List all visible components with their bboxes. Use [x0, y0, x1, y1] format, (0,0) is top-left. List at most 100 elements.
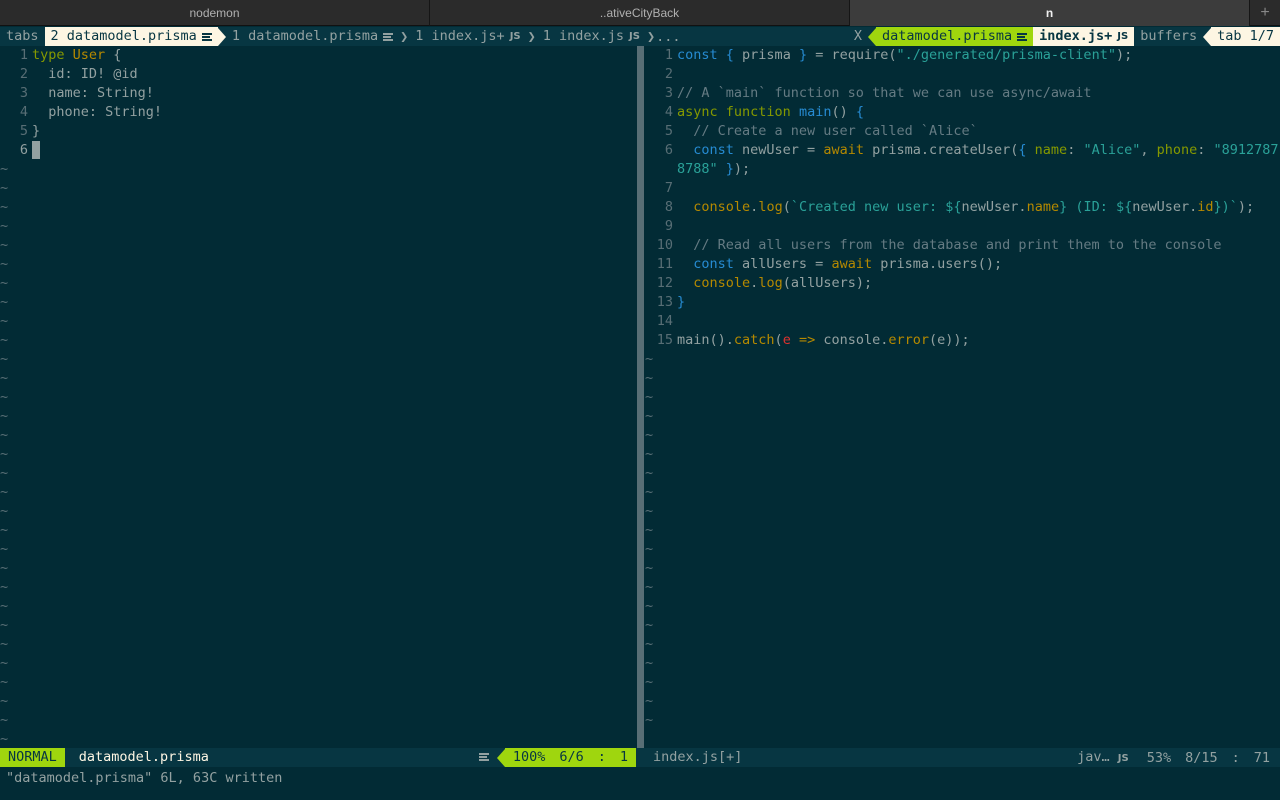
code-text: id: ID! @id	[32, 66, 138, 82]
code-text: main().catch(e => console.error(e));	[677, 332, 970, 348]
vim-tabline: tabs 2 datamodel.prisma 1 datamodel.pris…	[0, 27, 1280, 46]
tilde-line: ~	[645, 712, 654, 728]
tilde-line: ~	[0, 332, 9, 348]
editor-pane-left[interactable]: 1 type User { 2 id: ID! @id 3 name: Strin…	[0, 46, 636, 748]
code-text: const newUser = await prisma.createUser(…	[693, 142, 1279, 158]
buffer-item-index[interactable]: index.js+ JS	[1033, 27, 1135, 46]
code-line-current: 6	[0, 141, 636, 160]
terminal-tab-nodemon[interactable]: nodemon	[0, 0, 430, 26]
code-line: 7	[664, 180, 673, 196]
hamburger-icon	[1017, 32, 1028, 41]
tilde-line: ~	[0, 275, 9, 291]
code-text: name: String!	[32, 85, 154, 101]
tilde-line: ~	[0, 180, 9, 196]
tilde-line: ~	[0, 636, 9, 652]
code-line: 11 const allUsers = await prisma.users()…	[656, 256, 1003, 272]
code-text: }	[32, 123, 41, 139]
code-line: 12 console.log(allUsers);	[656, 275, 873, 291]
js-icon: JS	[629, 31, 640, 42]
tabline-separator	[217, 27, 226, 46]
code-line: 10 // Read all users from the database a…	[656, 237, 1222, 253]
tilde-line: ~	[645, 389, 654, 405]
tilde-line: ~	[0, 541, 9, 557]
filetype-indicator: jav… JS	[1077, 749, 1129, 765]
code-text: const allUsers = await prisma.users();	[693, 256, 1003, 272]
tabline-separator	[868, 27, 877, 46]
tabline-item-active[interactable]: 2 datamodel.prisma	[44, 27, 218, 46]
line-position: 8/15	[1185, 749, 1218, 766]
tilde-line: ~	[0, 693, 9, 709]
statusline-filename: datamodel.prisma	[78, 749, 209, 765]
tilde-line: ~	[645, 674, 654, 690]
code-comment: // A `main` function so that we can use …	[677, 85, 1092, 101]
tab-count: tab 1/7	[1211, 27, 1280, 46]
code-line: 3 name: String!	[19, 85, 154, 101]
tabline-item-datamodel[interactable]: 1 datamodel.prisma	[226, 27, 399, 46]
statusline-right: index.js[+] jav… JS 53% 8/15 : 71	[645, 748, 1280, 767]
tilde-line: ~	[0, 427, 9, 443]
hamburger-icon	[201, 32, 212, 41]
tilde-line: ~	[645, 503, 654, 519]
tilde-line: ~	[645, 351, 654, 367]
code-line: 2	[664, 66, 673, 82]
statusline-position: 53% 8/15 : 71	[1137, 750, 1280, 766]
tilde-line: ~	[645, 427, 654, 443]
tilde-line: ~	[645, 598, 654, 614]
tilde-line: ~	[645, 446, 654, 462]
column-position: 71	[1253, 749, 1270, 766]
statusline-left: NORMAL datamodel.prisma 100% 6/6 : 1	[0, 748, 636, 767]
close-tab-button[interactable]: X	[848, 27, 868, 46]
code-line: 15 main().catch(e => console.error(e));	[656, 332, 970, 348]
code-line: 4 async function main() {	[664, 104, 864, 120]
code-line-wrapped: 8788" });	[645, 160, 1280, 179]
tilde-line: ~	[645, 484, 654, 500]
tabline-item-index-modified[interactable]: 1 index.js+ JS	[409, 27, 526, 46]
terminal-tab-app[interactable]: ..ativeCityBack	[430, 0, 850, 26]
tilde-line: ~	[645, 541, 654, 557]
tilde-line: ~	[0, 579, 9, 595]
empty-lines: ~ ~ ~ ~ ~ ~ ~ ~ ~ ~ ~ ~ ~ ~ ~ ~ ~ ~ ~ ~ ~ ~ ~ ~ ~ ~ ~ ~ ~ ~ ~	[0, 160, 636, 748]
hamburger-icon	[471, 748, 497, 767]
tilde-line: ~	[645, 560, 654, 576]
tilde-line: ~	[0, 237, 9, 253]
column-separator: :	[597, 749, 606, 765]
chevron-right-icon: ❯	[527, 28, 536, 45]
tilde-line: ~	[645, 408, 654, 424]
tilde-line: ~	[0, 465, 9, 481]
tilde-line: ~	[0, 389, 9, 405]
tilde-line: ~	[0, 351, 9, 367]
tilde-line: ~	[645, 617, 654, 633]
tilde-line: ~	[0, 161, 9, 177]
editor-pane-right[interactable]: 1 const { prisma } = require("./generated…	[645, 46, 1280, 748]
buffer-item-datamodel[interactable]: datamodel.prisma	[876, 27, 1034, 46]
code-text: const { prisma } = require("./generated/…	[677, 47, 1133, 63]
tabline-item-index[interactable]: 1 index.js JS	[537, 27, 646, 46]
code-text: }	[677, 294, 686, 310]
new-tab-button[interactable]: +	[1250, 0, 1280, 26]
buffers-label: buffers	[1140, 28, 1198, 44]
tilde-line: ~	[0, 522, 9, 538]
command-line[interactable]: "datamodel.prisma" 6L, 63C written	[0, 767, 1280, 789]
vertical-split-divider[interactable]	[637, 46, 644, 748]
mode-indicator: NORMAL	[0, 748, 65, 767]
code-line: 8 console.log(`Created new user: ${newUs…	[664, 199, 1255, 215]
tilde-line: ~	[0, 294, 9, 310]
code-text: phone: String!	[32, 104, 163, 120]
code-line: 4 phone: String!	[19, 104, 163, 120]
statusline-separator	[496, 748, 505, 767]
tilde-line: ~	[0, 408, 9, 424]
code-line: 3// A `main` function so that we can use…	[664, 85, 1092, 101]
line-position: 6/6	[559, 749, 584, 765]
code-line: 2 id: ID! @id	[19, 66, 138, 82]
tilde-line: ~	[645, 655, 654, 671]
code-comment: // Read all users from the database and …	[677, 237, 1222, 253]
tilde-line: ~	[645, 693, 654, 709]
code-line: 1 type User {	[19, 47, 122, 63]
tilde-line: ~	[645, 465, 654, 481]
tilde-line: ~	[0, 655, 9, 671]
tilde-line: ~	[0, 199, 9, 215]
terminal-tab-bar: nodemon ..ativeCityBack n +	[0, 0, 1280, 26]
code-comment: // Create a new user called `Alice`	[677, 123, 978, 139]
terminal-tab-active[interactable]: n	[850, 0, 1250, 26]
js-icon: JS	[509, 31, 521, 42]
